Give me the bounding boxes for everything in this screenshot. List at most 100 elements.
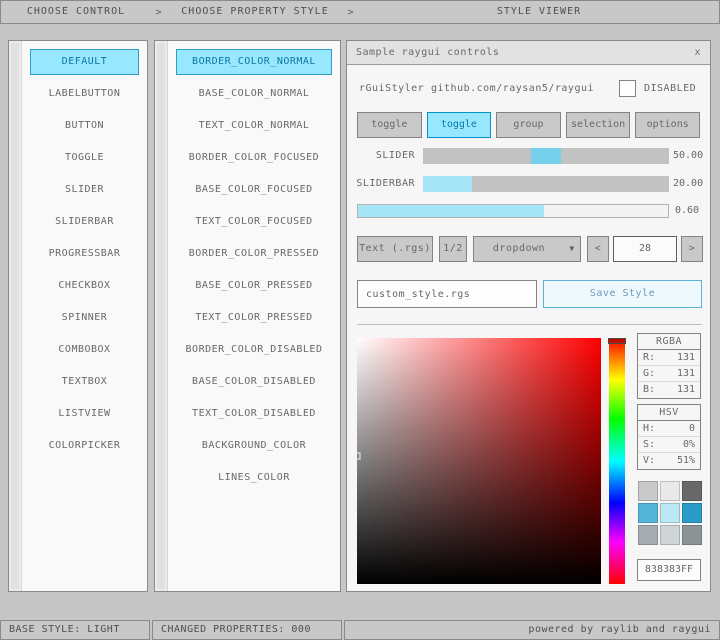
repo-link[interactable]: github.com/raysan5/raygui xyxy=(431,81,594,97)
property-list-item[interactable]: BASE_COLOR_PRESSED xyxy=(176,273,332,299)
chevron-right-icon: > xyxy=(151,7,167,18)
property-list-item[interactable]: TEXT_COLOR_FOCUSED xyxy=(176,209,332,235)
property-list-item[interactable]: BASE_COLOR_NORMAL xyxy=(176,81,332,107)
rgba-row-blue: B: 131 xyxy=(638,382,700,398)
color-swatch xyxy=(638,481,658,501)
toggle-group-item[interactable]: group xyxy=(496,112,561,138)
hsv-hue-label: H: xyxy=(643,421,655,436)
slider[interactable] xyxy=(423,148,669,164)
color-picker-cursor[interactable] xyxy=(354,453,361,460)
properties-list-scrollbar[interactable] xyxy=(155,41,168,591)
top-navigation-bar: CHOOSE CONTROL > CHOOSE PROPERTY STYLE >… xyxy=(0,0,720,24)
hue-slider[interactable] xyxy=(609,338,625,584)
progressbar-value: 0.60 xyxy=(675,203,699,219)
hsv-row-hue: H: 0 xyxy=(638,421,700,437)
controls-list: DEFAULT LABELBUTTON BUTTON TOGGLE SLIDER… xyxy=(22,41,147,465)
style-color-swatches xyxy=(638,481,702,545)
dropdown-select[interactable]: dropdown ▼ xyxy=(473,236,581,262)
chevron-down-icon: ▼ xyxy=(564,237,580,261)
hex-color-input[interactable]: 838383FF xyxy=(637,559,701,581)
scrollbar-thumb[interactable] xyxy=(11,43,19,589)
scrollbar-thumb[interactable] xyxy=(157,43,165,589)
control-list-item[interactable]: PROGRESSBAR xyxy=(30,241,139,267)
property-list-item[interactable]: TEXT_COLOR_PRESSED xyxy=(176,305,332,331)
control-list-item[interactable]: BUTTON xyxy=(30,113,139,139)
close-icon[interactable]: x xyxy=(694,41,701,64)
property-list-item-selected[interactable]: BORDER_COLOR_NORMAL xyxy=(176,49,332,75)
property-list-item[interactable]: BASE_COLOR_DISABLED xyxy=(176,369,332,395)
rgba-blue-value: 131 xyxy=(677,382,695,398)
hsv-saturation-value: 0% xyxy=(683,437,695,452)
control-list-item[interactable]: COLORPICKER xyxy=(30,433,139,459)
style-viewer-window: Sample raygui controls x rGuiStyler gith… xyxy=(346,40,711,592)
progressbar xyxy=(357,204,669,218)
hsv-row-saturation: S: 0% xyxy=(638,437,700,453)
control-list-item[interactable]: SLIDER xyxy=(30,177,139,203)
color-swatch xyxy=(660,503,680,523)
window-title: Sample raygui controls xyxy=(356,47,499,58)
control-list-item-default[interactable]: DEFAULT xyxy=(30,49,139,75)
color-saturation-value-picker[interactable] xyxy=(357,338,601,584)
color-swatch xyxy=(682,525,702,545)
properties-list-panel: BORDER_COLOR_NORMAL BASE_COLOR_NORMAL TE… xyxy=(154,40,341,592)
hsv-row-value: V: 51% xyxy=(638,453,700,469)
control-list-item[interactable]: CHECKBOX xyxy=(30,273,139,299)
nav-step-choose-control: CHOOSE CONTROL xyxy=(1,1,151,23)
toggle-group-item-active[interactable]: toggle xyxy=(427,112,492,138)
rgba-red-value: 131 xyxy=(677,350,695,365)
slider-handle[interactable] xyxy=(531,148,561,164)
property-list-item[interactable]: TEXT_COLOR_NORMAL xyxy=(176,113,332,139)
control-list-item[interactable]: TEXTBOX xyxy=(30,369,139,395)
property-list-item[interactable]: TEXT_COLOR_DISABLED xyxy=(176,401,332,427)
nav-step-style-viewer: STYLE VIEWER xyxy=(359,1,719,23)
toggle-group-item[interactable]: selection xyxy=(566,112,631,138)
sliderbar-label: SLIDERBAR xyxy=(347,176,415,192)
property-list-item[interactable]: BASE_COLOR_FOCUSED xyxy=(176,177,332,203)
spinner-increment-button[interactable]: > xyxy=(681,236,703,262)
status-changed-properties: CHANGED PROPERTIES: 000 xyxy=(152,620,342,640)
rgba-group-title: RGBA xyxy=(638,334,700,350)
divider xyxy=(357,324,702,325)
control-list-item[interactable]: LISTVIEW xyxy=(30,401,139,427)
nav-step-choose-property-style: CHOOSE PROPERTY STYLE xyxy=(167,1,343,23)
properties-list: BORDER_COLOR_NORMAL BASE_COLOR_NORMAL TE… xyxy=(168,41,340,497)
property-list-item[interactable]: BACKGROUND_COLOR xyxy=(176,433,332,459)
controls-list-panel: DEFAULT LABELBUTTON BUTTON TOGGLE SLIDER… xyxy=(8,40,148,592)
control-list-item[interactable]: SPINNER xyxy=(30,305,139,331)
spinner-decrement-button[interactable]: < xyxy=(587,236,609,262)
control-list-item[interactable]: COMBOBOX xyxy=(30,337,139,363)
property-list-item[interactable]: BORDER_COLOR_DISABLED xyxy=(176,337,332,363)
rgba-row-green: G: 131 xyxy=(638,366,700,382)
controls-list-scrollbar[interactable] xyxy=(9,41,22,591)
sliderbar[interactable] xyxy=(423,176,669,192)
disabled-checkbox[interactable] xyxy=(619,80,636,97)
color-swatch xyxy=(682,503,702,523)
rgba-red-label: R: xyxy=(643,350,655,365)
control-list-item[interactable]: LABELBUTTON xyxy=(30,81,139,107)
toggle-group-item[interactable]: toggle xyxy=(357,112,422,138)
spinner-value-box[interactable]: 28 xyxy=(613,236,677,262)
rgba-row-red: R: 131 xyxy=(638,350,700,366)
hue-slider-selector[interactable] xyxy=(608,338,626,344)
half-button[interactable]: 1/2 xyxy=(439,236,467,262)
slider-label: SLIDER xyxy=(347,148,415,164)
property-list-item[interactable]: BORDER_COLOR_PRESSED xyxy=(176,241,332,267)
rgba-green-label: G: xyxy=(643,366,655,381)
color-swatch xyxy=(682,481,702,501)
save-style-button[interactable]: Save Style xyxy=(543,280,702,308)
control-list-item[interactable]: SLIDERBAR xyxy=(30,209,139,235)
property-list-item[interactable]: BORDER_COLOR_FOCUSED xyxy=(176,145,332,171)
sliderbar-fill xyxy=(423,176,472,192)
chevron-right-icon: > xyxy=(343,7,359,18)
rguistyler-app: CHOOSE CONTROL > CHOOSE PROPERTY STYLE >… xyxy=(0,0,720,640)
window-titlebar[interactable]: Sample raygui controls x xyxy=(347,41,710,65)
style-filename-input[interactable] xyxy=(357,280,537,308)
control-list-item[interactable]: TOGGLE xyxy=(30,145,139,171)
toggle-group-item[interactable]: options xyxy=(635,112,700,138)
color-swatch xyxy=(660,525,680,545)
property-list-item[interactable]: LINES_COLOR xyxy=(176,465,332,491)
disabled-checkbox-label: DISABLED xyxy=(644,81,696,97)
text-rgs-button[interactable]: Text (.rgs) xyxy=(357,236,433,262)
status-base-style: BASE STYLE: LIGHT xyxy=(0,620,150,640)
hsv-value-label: V: xyxy=(643,453,655,469)
